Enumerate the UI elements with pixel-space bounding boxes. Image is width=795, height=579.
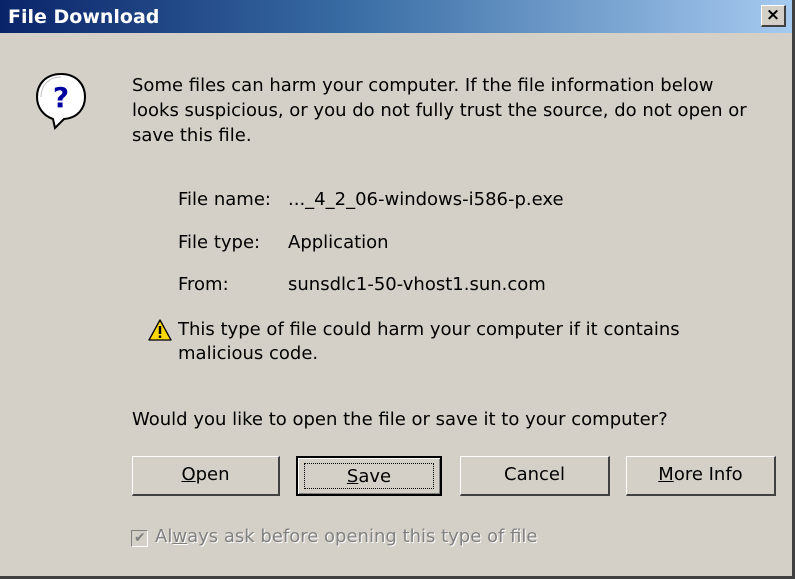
always-ask-checkbox[interactable]: ✔ (131, 530, 148, 547)
check-icon: ✔ (134, 530, 146, 546)
from-value: sunsdlc1-50-vhost1.sun.com (288, 274, 546, 295)
harm-warning-text: This type of file could harm your comput… (178, 318, 680, 366)
cancel-label: Cancel (504, 464, 565, 485)
from-label: From: (178, 274, 229, 295)
close-button[interactable]: × (761, 5, 786, 27)
save-focus-rect: Save (304, 463, 434, 489)
save-button[interactable]: Save (296, 456, 442, 496)
message-line-1: Some files can harm your computer. If th… (132, 75, 714, 96)
message-line-3: save this file. (132, 125, 252, 146)
always-ask-label: Always ask before opening this type of f… (155, 526, 538, 547)
warning-line-1: This type of file could harm your comput… (178, 319, 680, 340)
save-label: Save (346, 466, 392, 487)
warning-line-2: malicious code. (178, 343, 319, 364)
svg-text:?: ? (53, 81, 69, 114)
open-or-save-prompt: Would you like to open the file or save … (132, 409, 668, 430)
file-download-dialog: File Download × ? Some files can harm yo… (0, 0, 795, 579)
file-name-label: File name: (178, 189, 271, 210)
open-label: Open (181, 464, 230, 485)
file-type-label: File type: (178, 232, 261, 253)
more-info-button[interactable]: More Info (626, 456, 776, 496)
open-button[interactable]: Open (132, 456, 280, 496)
file-name-value: ..._4_2_06-windows-i586-p.exe (288, 189, 564, 210)
close-icon: × (765, 5, 781, 25)
cancel-button[interactable]: Cancel (460, 456, 610, 496)
message-line-2: looks suspicious, or you do not fully tr… (132, 100, 747, 121)
title-bar[interactable]: File Download × (0, 0, 792, 33)
more-info-label: More Info (658, 464, 743, 485)
question-icon: ? (35, 72, 87, 130)
warning-message: Some files can harm your computer. If th… (132, 73, 782, 148)
warning-icon (148, 319, 172, 341)
file-type-value: Application (288, 232, 389, 253)
dialog-title: File Download (8, 6, 160, 28)
